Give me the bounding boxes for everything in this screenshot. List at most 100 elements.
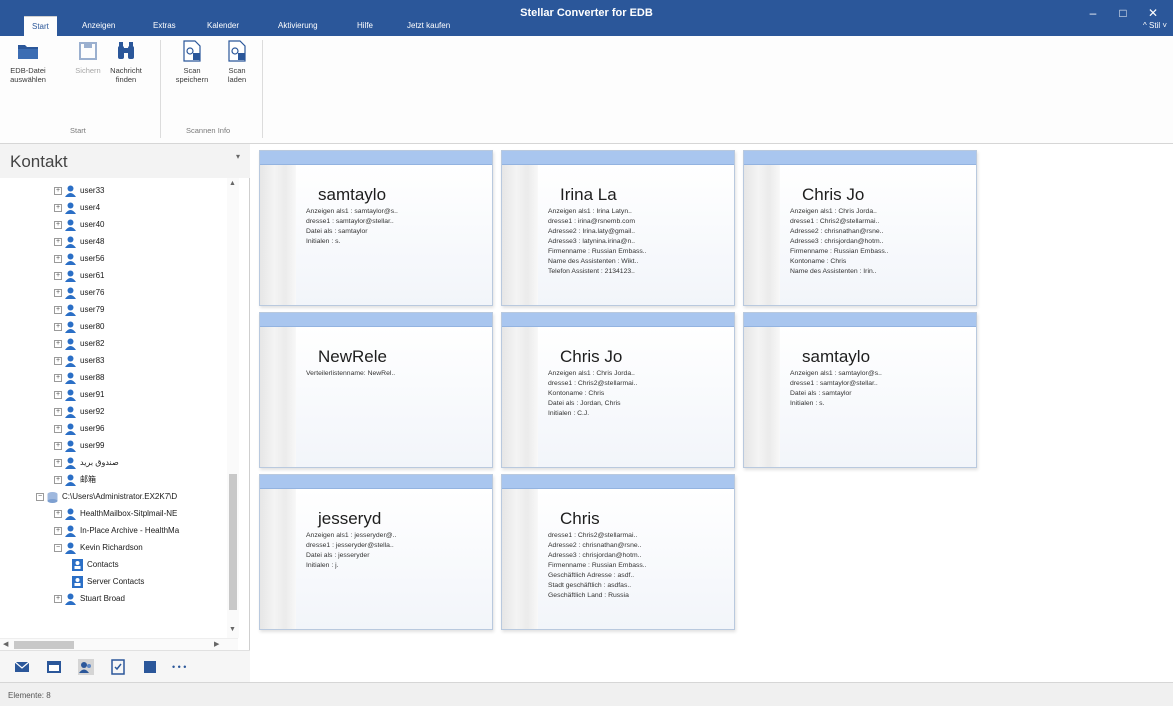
tab-jetzt-kaufen[interactable]: Jetzt kaufen: [399, 16, 458, 36]
expand-icon[interactable]: +: [54, 441, 62, 450]
scan-save-button[interactable]: Scan speichern: [170, 40, 214, 84]
tree-node[interactable]: + user92: [54, 403, 104, 420]
contact-card[interactable]: NewRele Verteilerlistenname: NewRel..: [259, 312, 493, 468]
contact-card[interactable]: Chris Jo Anzeigen als1 : Chris Jorda.. dre…: [743, 150, 977, 306]
expand-icon[interactable]: +: [54, 254, 62, 263]
tree-node[interactable]: + user40: [54, 216, 104, 233]
contact-card[interactable]: Irina La Anzeigen als1 : Irina Latyn.. dre…: [501, 150, 735, 306]
tree-horizontal-scrollbar[interactable]: ◀ ▶: [0, 638, 238, 650]
contact-card[interactable]: Chris Jo Anzeigen als1 : Chris Jorda.. dre…: [501, 312, 735, 468]
contact-card[interactable]: jesseryd Anzeigen als1 : jesseryder@.. dre…: [259, 474, 493, 630]
expand-icon[interactable]: +: [54, 594, 62, 603]
hscrollbar-thumb[interactable]: [14, 641, 74, 649]
card-field-line: Geschäftlich Adresse : asdf..: [548, 572, 635, 579]
tree-node[interactable]: + HealthMailbox-Sitplmail-NE: [54, 505, 177, 522]
contact-card[interactable]: Chris dresse1 : Chris2@stellarmai.. Adress…: [501, 474, 735, 630]
collapse-icon[interactable]: −: [54, 543, 62, 552]
expand-icon[interactable]: +: [54, 271, 62, 280]
expand-icon[interactable]: +: [54, 322, 62, 331]
tree-node[interactable]: + user76: [54, 284, 104, 301]
tree-node[interactable]: + user96: [54, 420, 104, 437]
scroll-down-icon[interactable]: ▼: [229, 626, 236, 633]
tree-node-label: C:\Users\Administrator.EX2K7\D: [62, 492, 178, 501]
user-icon: [65, 457, 76, 469]
expand-icon[interactable]: +: [54, 390, 62, 399]
tree-node[interactable]: + user56: [54, 250, 104, 267]
scan-load-button[interactable]: Scan laden: [218, 40, 256, 84]
tree-node[interactable]: − Kevin Richardson: [54, 539, 143, 556]
tab-start[interactable]: Start: [24, 16, 57, 36]
scroll-left-icon[interactable]: ◀: [3, 640, 8, 648]
find-message-button[interactable]: Nachricht finden: [104, 40, 148, 84]
tree-node[interactable]: Server Contacts: [72, 573, 144, 590]
tree-node[interactable]: + user61: [54, 267, 104, 284]
expand-icon[interactable]: +: [54, 339, 62, 348]
expand-icon[interactable]: +: [54, 220, 62, 229]
minimize-button[interactable]: –: [1082, 6, 1104, 20]
tab-extras[interactable]: Extras: [145, 16, 184, 36]
contact-card[interactable]: samtaylo Anzeigen als1 : samtaylor@s.. dre…: [259, 150, 493, 306]
tab-aktivierung[interactable]: Aktivierung: [270, 16, 326, 36]
tree-node[interactable]: + user99: [54, 437, 104, 454]
expand-icon[interactable]: +: [54, 407, 62, 416]
user-icon: [65, 542, 76, 554]
scroll-right-icon[interactable]: ▶: [214, 640, 219, 648]
expand-icon[interactable]: +: [54, 526, 62, 535]
pane-pin-icon[interactable]: ▾: [236, 152, 240, 161]
expand-icon[interactable]: +: [54, 475, 62, 484]
calendar-icon[interactable]: [46, 659, 62, 675]
tree-node[interactable]: + user82: [54, 335, 104, 352]
card-contact-name: jesseryd: [318, 509, 382, 528]
tab-hilfe[interactable]: Hilfe: [349, 16, 381, 36]
expand-icon[interactable]: +: [54, 356, 62, 365]
tree-vertical-scrollbar[interactable]: ▲ ▼: [227, 178, 239, 638]
more-icon[interactable]: • • •: [172, 659, 202, 675]
scrollbar-thumb[interactable]: [229, 474, 237, 610]
tree-node-label: user96: [80, 424, 105, 433]
tree-node[interactable]: + 邮箱: [54, 471, 96, 488]
expand-icon[interactable]: +: [54, 203, 62, 212]
select-edb-button[interactable]: EDB-Datei auswählen: [6, 40, 50, 84]
scroll-up-icon[interactable]: ▲: [229, 180, 236, 187]
tree-node[interactable]: + user79: [54, 301, 104, 318]
tab-kalender[interactable]: Kalender: [199, 16, 247, 36]
expand-icon[interactable]: +: [54, 458, 62, 467]
tree-node[interactable]: + user33: [54, 182, 104, 199]
mail-icon[interactable]: [14, 659, 30, 675]
tree-node[interactable]: − C:\Users\Administrator.EX2K7\D: [36, 488, 177, 505]
expand-icon[interactable]: +: [54, 305, 62, 314]
tree-node[interactable]: + user4: [54, 199, 100, 216]
expand-icon[interactable]: +: [54, 288, 62, 297]
expand-icon[interactable]: +: [54, 509, 62, 518]
user-icon: [65, 406, 76, 418]
contacts-icon[interactable]: [78, 659, 94, 675]
tab-anzeigen[interactable]: Anzeigen: [74, 16, 123, 36]
expand-icon[interactable]: +: [54, 186, 62, 195]
tree-node[interactable]: + user88: [54, 369, 104, 386]
expand-icon[interactable]: −: [36, 492, 44, 501]
expand-icon[interactable]: +: [54, 237, 62, 246]
tree-node[interactable]: + صندوق بريد: [54, 454, 119, 471]
tree-node[interactable]: + user48: [54, 233, 104, 250]
style-menu[interactable]: ^ Stil ˅: [1143, 16, 1167, 36]
contact-card[interactable]: samtaylo Anzeigen als1 : samtaylor@s.. dre…: [743, 312, 977, 468]
tree-node[interactable]: + Stuart Broad: [54, 590, 125, 607]
card-field-line: Anzeigen als1 : Chris Jorda..: [790, 208, 877, 215]
tree-node[interactable]: + In-Place Archive - HealthMa: [54, 522, 179, 539]
tree-node[interactable]: + user83: [54, 352, 104, 369]
card-field-line: Adresse3 : chrisjordan@hotm..: [790, 238, 884, 245]
scan-save-label-2: speichern: [175, 75, 209, 84]
tasks-icon[interactable]: [110, 659, 126, 675]
maximize-button[interactable]: □: [1112, 6, 1134, 20]
tree-node[interactable]: + user80: [54, 318, 104, 335]
tree-node[interactable]: Contacts: [72, 556, 119, 573]
card-field-line: Telefon Assistent : 2134123..: [548, 268, 635, 275]
card-field-line: Geschäftlich Land : Russia: [548, 592, 629, 599]
expand-icon[interactable]: +: [54, 373, 62, 382]
card-field-line: Anzeigen als1 : Irina Latyn..: [548, 208, 632, 215]
card-field-line: Initialen : s.: [790, 400, 825, 407]
tree-node[interactable]: + user91: [54, 386, 104, 403]
expand-icon[interactable]: +: [54, 424, 62, 433]
card-field-line: dresse1 : jesseryder@stella..: [306, 542, 394, 549]
notes-icon[interactable]: [142, 659, 158, 675]
